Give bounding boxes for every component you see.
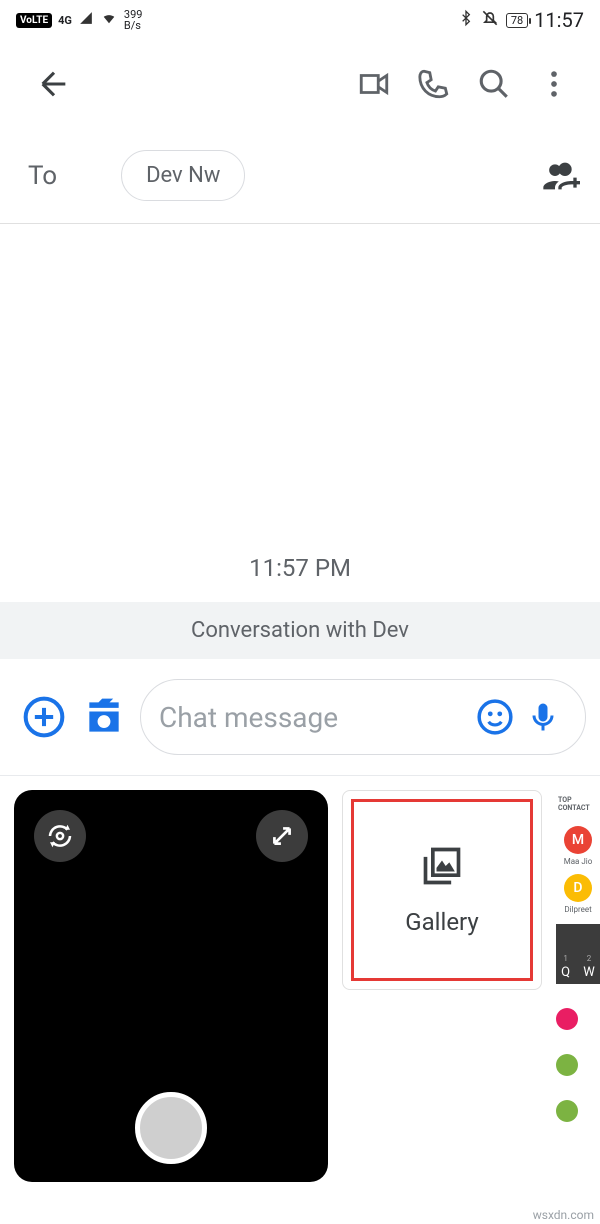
- shutter-button[interactable]: [135, 1092, 207, 1164]
- bluetooth-icon: [458, 8, 474, 32]
- add-recipient-button[interactable]: [536, 152, 584, 200]
- camera-attach-button[interactable]: [80, 693, 128, 741]
- peek-header: TOP CONTACT: [556, 790, 600, 826]
- recipient-row: To Dev Nw: [0, 128, 600, 224]
- message-timestamp: 11:57 PM: [0, 224, 600, 602]
- status-bar: VoLTE 4G 399B/s 78 11:57: [0, 0, 600, 40]
- expand-camera-button[interactable]: [256, 810, 308, 862]
- volte-badge: VoLTE: [16, 13, 52, 28]
- network-4g: 4G: [58, 14, 72, 27]
- more-menu-button[interactable]: [524, 54, 584, 114]
- peek-avatar: D: [564, 874, 592, 902]
- message-input[interactable]: Chat message: [140, 679, 586, 755]
- to-label: To: [28, 161, 57, 191]
- peek-contact: D Dilpreet: [556, 874, 600, 914]
- attachment-strip: Gallery TOP CONTACT M Maa Jio D Dilpreet…: [0, 776, 600, 1182]
- notifications-off-icon: [480, 8, 500, 32]
- keyboard-peek: 1Q 2W: [556, 924, 600, 984]
- signal-icon: [78, 11, 94, 29]
- watermark: wsxdn.com: [533, 1208, 594, 1222]
- battery-indicator: 78: [506, 13, 528, 28]
- message-placeholder: Chat message: [159, 701, 471, 734]
- gallery-tile[interactable]: Gallery: [342, 790, 542, 990]
- back-button[interactable]: [24, 54, 84, 114]
- video-call-button[interactable]: [344, 54, 404, 114]
- search-button[interactable]: [464, 54, 524, 114]
- voice-call-button[interactable]: [404, 54, 464, 114]
- recipient-chip[interactable]: Dev Nw: [121, 150, 245, 201]
- emoji-button[interactable]: [471, 693, 519, 741]
- add-attachment-button[interactable]: [20, 693, 68, 741]
- data-rate: 399B/s: [124, 9, 143, 31]
- peek-contact: M Maa Jio: [556, 826, 600, 866]
- app-bar: [0, 40, 600, 128]
- gallery-icon: [420, 844, 464, 892]
- camera-preview-tile[interactable]: [14, 790, 328, 1182]
- conversation-banner: Conversation with Dev: [0, 602, 600, 659]
- peek-avatar: M: [564, 826, 592, 854]
- switch-camera-button[interactable]: [34, 810, 86, 862]
- conversation-area: 11:57 PM: [0, 224, 600, 602]
- gallery-label: Gallery: [405, 908, 479, 936]
- adjacent-screen-peek: TOP CONTACT M Maa Jio D Dilpreet 1Q 2W: [556, 790, 600, 1182]
- wifi-icon: [100, 11, 118, 29]
- clock: 11:57: [534, 8, 584, 32]
- voice-input-button[interactable]: [519, 693, 567, 741]
- compose-bar: Chat message: [0, 659, 600, 775]
